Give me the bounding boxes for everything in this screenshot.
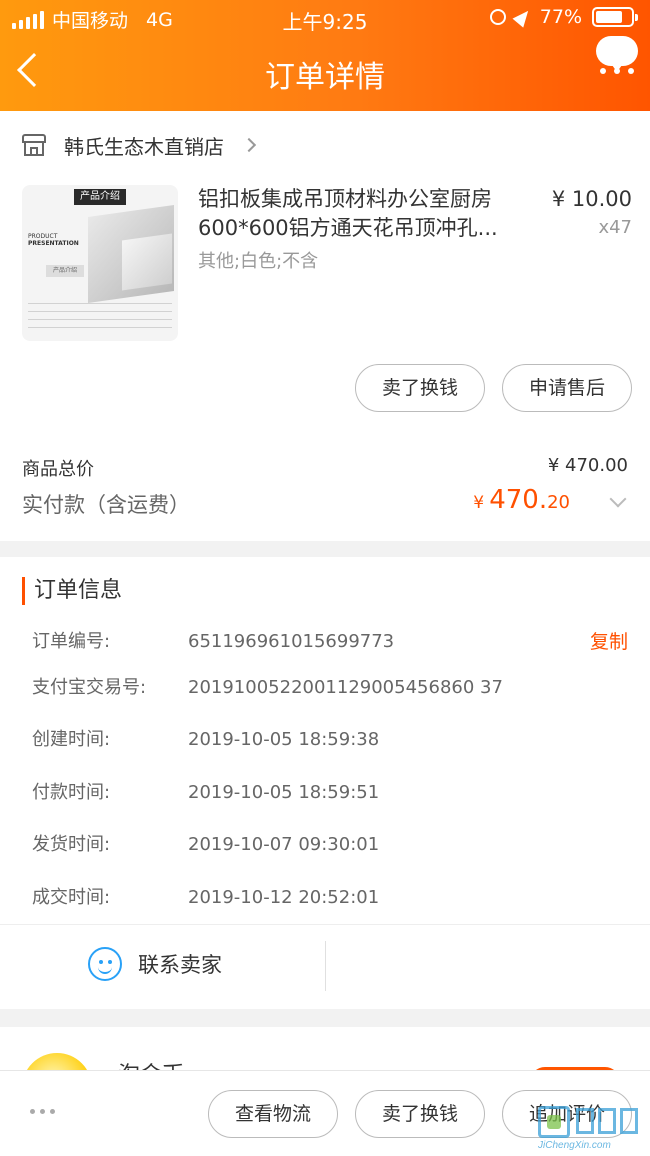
product-price: ¥ 10.00 — [551, 187, 632, 211]
page-title: 订单详情 — [265, 60, 385, 95]
image-caption: PRODUCT PRESENTATION — [28, 233, 79, 247]
image-tag: 产品介绍 — [74, 189, 126, 205]
more-dots-icon[interactable] — [30, 1109, 55, 1114]
goods-total-value: ¥ 470.00 — [547, 455, 628, 476]
status-right: 77% — [489, 6, 638, 28]
order-item-card: 韩氏生态木直销店 产品介绍 PRODUCT PRESENTATION 产品介绍 … — [0, 111, 650, 541]
info-row-alipay-no: 支付宝交易号: 2019100522001129005456860 37 — [32, 677, 503, 698]
info-row-created: 创建时间: 2019-10-05 18:59:38 — [32, 729, 380, 750]
order-info-card: 订单信息 订单编号: 651196961015699773 复制 支付宝交易号: 2… — [0, 557, 650, 1009]
view-logistics-button[interactable]: 查看物流 — [208, 1090, 338, 1138]
battery-percent: 77% — [539, 6, 582, 28]
sell-button[interactable]: 卖了换钱 — [355, 364, 485, 412]
status-bar: 中国移动 4G 上午9:25 77% — [0, 0, 650, 36]
product-qty: x47 — [598, 217, 632, 238]
chevron-down-icon[interactable] — [609, 490, 627, 508]
after-sale-button[interactable]: 申请售后 — [502, 364, 632, 412]
app-header: 中国移动 4G 上午9:25 77% 订单详情 — [0, 0, 650, 111]
vertical-divider — [325, 941, 326, 991]
battery-icon — [592, 7, 638, 27]
paid-label: 实付款（含运费） — [22, 493, 190, 517]
store-row[interactable]: 韩氏生态木直销店 — [22, 125, 257, 165]
contact-seller-button[interactable]: 联系卖家 — [88, 947, 222, 981]
product-image[interactable]: 产品介绍 PRODUCT PRESENTATION 产品介绍 — [22, 185, 178, 341]
divider — [0, 924, 650, 925]
contact-seller-label: 联系卖家 — [138, 953, 222, 977]
store-icon — [22, 134, 46, 156]
order-info-title: 订单信息 — [22, 577, 122, 605]
more-bubble-icon[interactable] — [596, 36, 638, 74]
site-watermark: JiChengXin.com — [534, 1104, 644, 1154]
info-row-paid: 付款时间: 2019-10-05 18:59:51 — [32, 782, 380, 803]
battery-level — [596, 11, 623, 23]
sell-again-button[interactable]: 卖了换钱 — [355, 1090, 485, 1138]
watermark-text: JiChengXin.com — [538, 1140, 611, 1151]
chevron-right-icon — [241, 137, 257, 153]
copy-button[interactable]: 复制 — [590, 627, 628, 657]
info-row-completed: 成交时间: 2019-10-12 20:52:01 — [32, 887, 380, 908]
store-name: 韩氏生态木直销店 — [64, 134, 224, 159]
info-row-order-no: 订单编号: 651196961015699773 — [32, 631, 395, 652]
contact-smile-icon — [88, 947, 122, 981]
paid-amount: ¥ 470.20 — [473, 485, 570, 515]
rotation-lock-icon — [489, 9, 506, 25]
product-name[interactable]: 铝扣板集成吊顶材料办公室厨房600*600铝方通天花吊顶冲孔... — [198, 185, 528, 243]
location-icon — [512, 6, 534, 28]
product-spec: 其他;白色;不含 — [198, 251, 319, 272]
image-pill: 产品介绍 — [46, 265, 84, 277]
info-row-shipped: 发货时间: 2019-10-07 09:30:01 — [32, 834, 380, 855]
watermark-logo — [538, 1106, 570, 1138]
goods-total-label: 商品总价 — [22, 459, 94, 480]
